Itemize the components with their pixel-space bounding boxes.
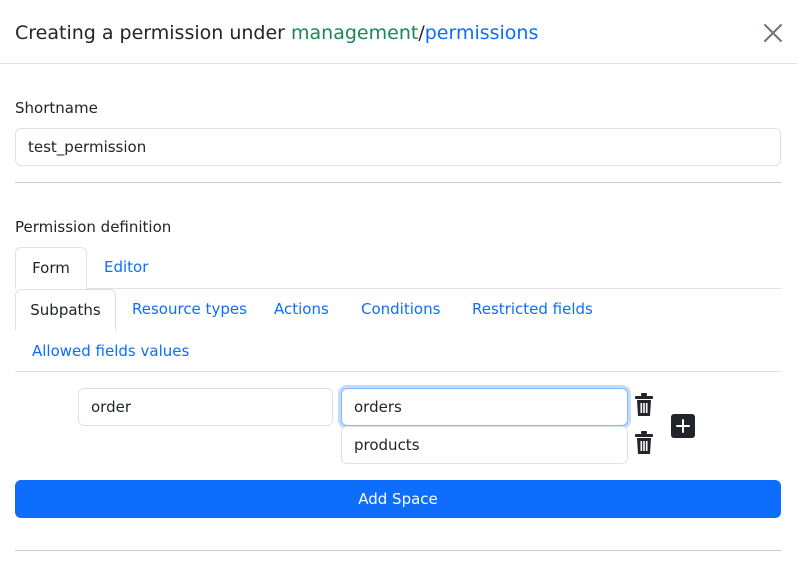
space-input[interactable]: order xyxy=(78,388,333,426)
tab-conditions[interactable]: Conditions xyxy=(361,289,440,331)
close-icon[interactable] xyxy=(760,20,786,46)
subpath-input[interactable]: orders xyxy=(341,388,628,426)
tab-actions[interactable]: Actions xyxy=(274,289,329,331)
tab-restricted-fields[interactable]: Restricted fields xyxy=(472,289,593,331)
add-space-button[interactable]: Add Space xyxy=(15,480,781,518)
modal-title: Creating a permission under management/p… xyxy=(15,20,538,46)
divider xyxy=(15,182,781,183)
subpath-input[interactable]: products xyxy=(341,426,628,464)
space-name: management xyxy=(291,22,419,44)
definition-label: Permission definition xyxy=(15,218,172,236)
plus-square-icon[interactable] xyxy=(671,414,695,438)
tab-subpaths[interactable]: Subpaths xyxy=(15,289,116,331)
tab-allowed-fields-values[interactable]: Allowed fields values xyxy=(32,331,189,372)
shortname-label: Shortname xyxy=(15,99,98,117)
trash-icon[interactable] xyxy=(634,431,654,455)
mode-tabbar: Form Editor xyxy=(15,247,781,289)
title-prefix: Creating a permission under xyxy=(15,22,292,44)
section-tabbar: Subpaths Resource types Actions Conditio… xyxy=(15,289,781,372)
trash-icon[interactable] xyxy=(634,393,654,417)
subpath-name: permissions xyxy=(424,22,539,44)
shortname-input[interactable]: test_permission xyxy=(15,128,781,166)
modal-header: Creating a permission under management/p… xyxy=(0,0,797,64)
divider xyxy=(15,550,781,551)
tab-resource-types[interactable]: Resource types xyxy=(132,289,247,331)
tab-editor[interactable]: Editor xyxy=(104,247,148,289)
tab-form[interactable]: Form xyxy=(15,247,87,289)
